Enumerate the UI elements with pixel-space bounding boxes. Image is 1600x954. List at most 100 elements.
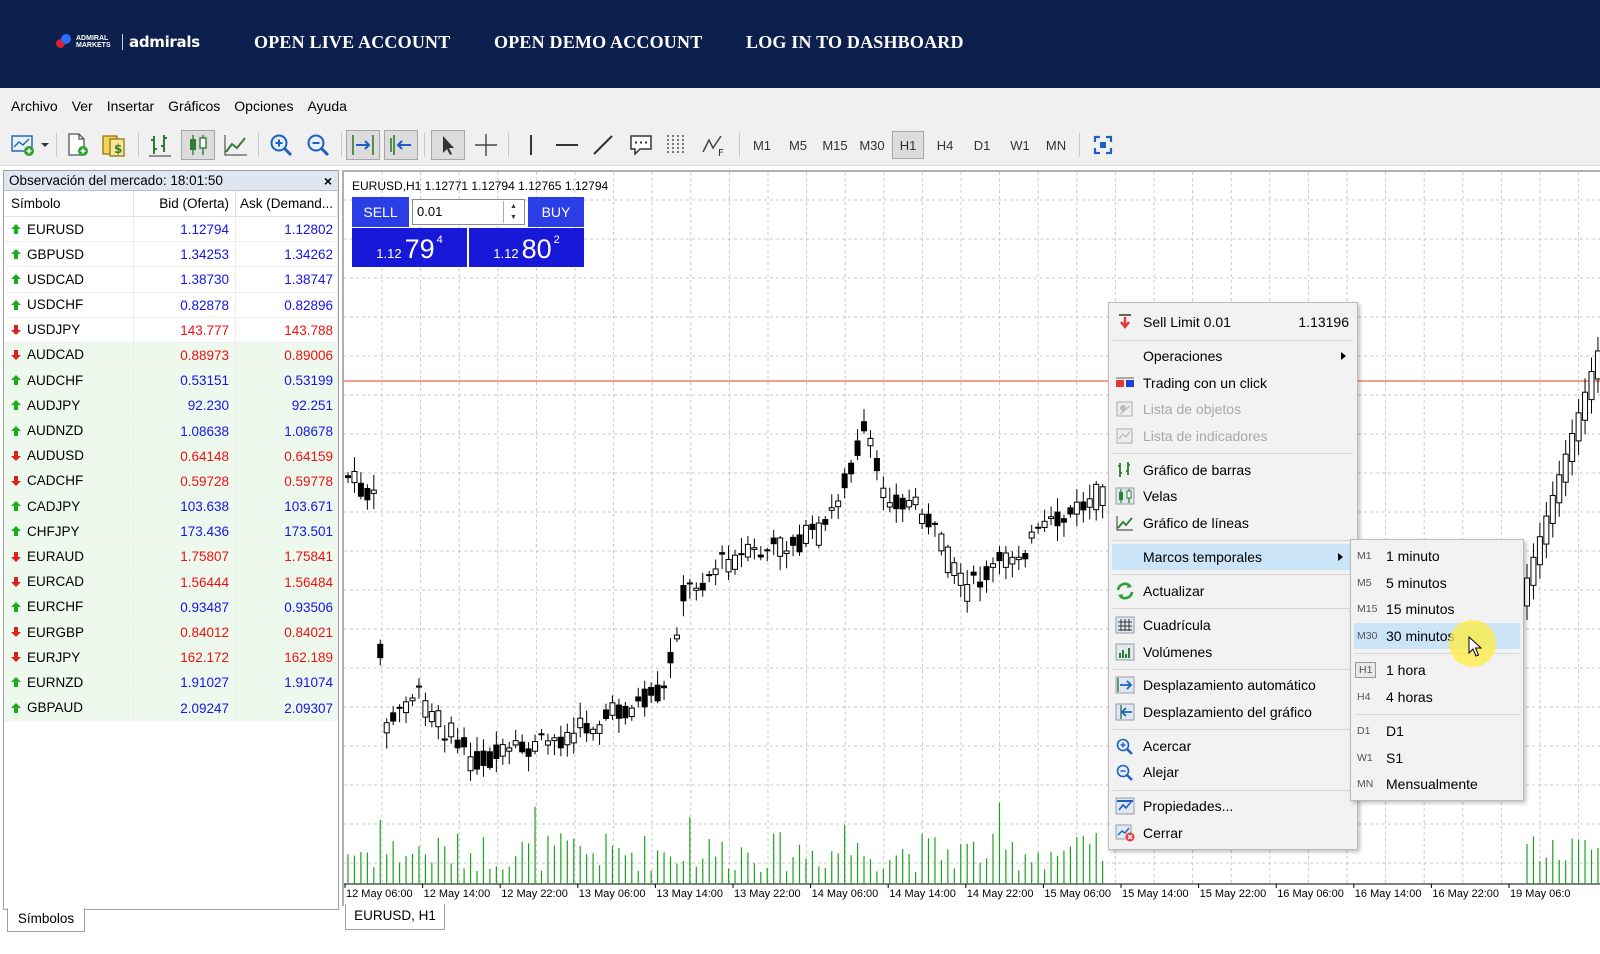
menu-item-candles[interactable]: Velas: [1109, 483, 1357, 509]
menu-item-zoom-out[interactable]: Alejar: [1109, 759, 1357, 785]
column-header-symbol[interactable]: Símbolo: [4, 191, 134, 216]
elliott-button[interactable]: F: [698, 130, 732, 160]
timeframe-item-mn[interactable]: MN Mensualmente: [1351, 771, 1523, 797]
spinner-down-icon[interactable]: ▼: [504, 212, 523, 223]
timeframe-mn-button[interactable]: MN: [1040, 131, 1072, 159]
timeframe-item-h1[interactable]: H1 1 hora: [1351, 657, 1523, 683]
bid-cell: 0.59728: [134, 468, 236, 494]
bid-cell: 103.638: [134, 494, 236, 519]
symbols-tab[interactable]: Símbolos: [7, 908, 85, 932]
table-row[interactable]: EURCHF 0.93487 0.93506: [4, 594, 338, 620]
timeframe-item-m5[interactable]: M5 5 minutos: [1351, 570, 1523, 596]
table-row[interactable]: AUDCAD 0.88973 0.89006: [4, 342, 338, 369]
new-profile-button[interactable]: [62, 130, 92, 160]
menu-item-one-click-trading[interactable]: Trading con un click: [1109, 370, 1357, 396]
table-row[interactable]: EURCAD 1.56444 1.56484: [4, 569, 338, 595]
horizontal-line-button[interactable]: [552, 130, 582, 160]
timeframe-item-w1[interactable]: W1 S1: [1351, 745, 1523, 771]
open-demo-account-link[interactable]: OPEN DEMO ACCOUNT: [494, 32, 702, 53]
table-row[interactable]: GBPUSD 1.34253 1.34262: [4, 242, 338, 268]
menu-ayuda[interactable]: Ayuda: [307, 98, 346, 114]
menu-item-timeframes[interactable]: Marcos temporales: [1112, 544, 1354, 570]
crosshair-button[interactable]: [470, 130, 502, 160]
menu-item-line-chart[interactable]: Gráfico de líneas: [1109, 510, 1357, 536]
menu-graficos[interactable]: Gráficos: [168, 98, 220, 114]
menu-item-properties[interactable]: Propiedades...: [1109, 793, 1357, 819]
table-row[interactable]: USDCHF 0.82878 0.82896: [4, 292, 338, 318]
table-row[interactable]: EURJPY 162.172 162.189: [4, 645, 338, 671]
table-row[interactable]: GBPAUD 2.09247 2.09307: [4, 695, 338, 721]
candle-body: [654, 684, 661, 702]
menu-opciones[interactable]: Opciones: [234, 98, 293, 114]
cursor-tool-button[interactable]: [431, 130, 465, 160]
table-row[interactable]: USDJPY 143.777 143.788: [4, 317, 338, 343]
menu-item-chart-shift[interactable]: Desplazamiento del gráfico: [1109, 699, 1357, 725]
chart-shift-button[interactable]: [384, 130, 418, 160]
bar-chart-button[interactable]: [144, 130, 176, 160]
line-chart-button[interactable]: [220, 130, 252, 160]
zoom-in-button[interactable]: [265, 130, 297, 160]
timeframe-item-h4[interactable]: H4 4 horas: [1351, 684, 1523, 710]
table-row[interactable]: EURGBP 0.84012 0.84021: [4, 620, 338, 646]
menu-item-close-chart[interactable]: Cerrar: [1109, 820, 1357, 846]
timeframe-item-m1[interactable]: M1 1 minuto: [1351, 543, 1523, 569]
table-row[interactable]: AUDJPY 92.230 92.251: [4, 393, 338, 419]
dashboard-login-link[interactable]: LOG IN TO DASHBOARD: [746, 32, 964, 53]
zoom-out-button[interactable]: [302, 130, 334, 160]
menu-item-volumes[interactable]: Volúmenes: [1109, 639, 1357, 665]
table-row[interactable]: CHFJPY 173.436 173.501: [4, 519, 338, 545]
open-live-account-link[interactable]: OPEN LIVE ACCOUNT: [254, 32, 450, 53]
market-watch-close-button[interactable]: ×: [324, 171, 332, 191]
candlestick-button[interactable]: [181, 130, 215, 160]
volume-spinner[interactable]: ▲ ▼: [503, 201, 523, 223]
menu-insertar[interactable]: Insertar: [107, 98, 154, 114]
timeframe-m15-button[interactable]: M15: [817, 131, 853, 159]
vertical-line-button[interactable]: [516, 130, 546, 160]
fullscreen-button[interactable]: [1088, 130, 1118, 160]
fibonacci-button[interactable]: [661, 130, 693, 160]
sell-button[interactable]: SELL: [352, 197, 409, 227]
table-row[interactable]: AUDNZD 1.08638 1.08678: [4, 418, 338, 444]
table-row[interactable]: USDCAD 1.38730 1.38747: [4, 267, 338, 293]
table-row[interactable]: CADCHF 0.59728 0.59778: [4, 468, 338, 495]
volume-input[interactable]: 0.01 ▲ ▼: [412, 199, 525, 225]
table-row[interactable]: EURUSD 1.12794 1.12802: [4, 217, 338, 243]
timeframe-m30-button[interactable]: M30: [854, 131, 890, 159]
buy-button[interactable]: BUY: [528, 197, 584, 227]
text-tool-button[interactable]: [624, 130, 658, 160]
sell-price-display[interactable]: 1.12 79 4: [352, 228, 467, 267]
menu-item-refresh[interactable]: Actualizar: [1109, 578, 1357, 604]
timeframe-item-d1[interactable]: D1 D1: [1351, 718, 1523, 744]
arrow-up-icon: [11, 249, 21, 260]
timeframe-w1-button[interactable]: W1: [1004, 131, 1036, 159]
menu-item-autoscroll[interactable]: Desplazamiento automático: [1109, 672, 1357, 698]
buy-price-display[interactable]: 1.12 80 2: [469, 228, 584, 267]
table-row[interactable]: EURAUD 1.75807 1.75841: [4, 544, 338, 570]
arrow-down-icon: [11, 551, 21, 562]
column-header-bid[interactable]: Bid (Oferta): [134, 191, 236, 216]
menu-item-grid[interactable]: Cuadrícula: [1109, 612, 1357, 638]
menu-item-operaciones[interactable]: Operaciones: [1109, 343, 1357, 369]
timeframe-d1-button[interactable]: D1: [966, 131, 998, 159]
table-row[interactable]: AUDCHF 0.53151 0.53199: [4, 368, 338, 394]
timeframe-h1-button[interactable]: H1: [892, 131, 924, 159]
admirals-logo[interactable]: ADMIRAL MARKETS admirals: [56, 32, 200, 52]
menu-archivo[interactable]: Archivo: [11, 98, 58, 114]
menu-item-zoom-in[interactable]: Acercar: [1109, 733, 1357, 759]
table-row[interactable]: EURNZD 1.91027 1.91074: [4, 670, 338, 696]
timeframe-m5-button[interactable]: M5: [782, 131, 814, 159]
menu-item-sell-limit[interactable]: Sell Limit 0.01 1.13196: [1109, 309, 1357, 335]
timeframe-m1-button[interactable]: M1: [746, 131, 778, 159]
timeframe-h4-button[interactable]: H4: [929, 131, 961, 159]
chart-tab-eurusd-h1[interactable]: EURUSD, H1: [345, 904, 445, 930]
menu-ver[interactable]: Ver: [72, 98, 93, 114]
table-row[interactable]: CADJPY 103.638 103.671: [4, 494, 338, 520]
menu-item-bar-chart[interactable]: Gráfico de barras: [1109, 457, 1357, 483]
trendline-button[interactable]: [588, 130, 618, 160]
autoscroll-button[interactable]: [346, 130, 380, 160]
table-row[interactable]: AUDUSD 0.64148 0.64159: [4, 443, 338, 469]
market-watch-button[interactable]: $: [98, 130, 130, 160]
timeframe-item-m15[interactable]: M15 15 minutos: [1351, 596, 1523, 622]
new-chart-button[interactable]: [10, 130, 52, 160]
column-header-ask[interactable]: Ask (Demand...: [236, 191, 338, 216]
